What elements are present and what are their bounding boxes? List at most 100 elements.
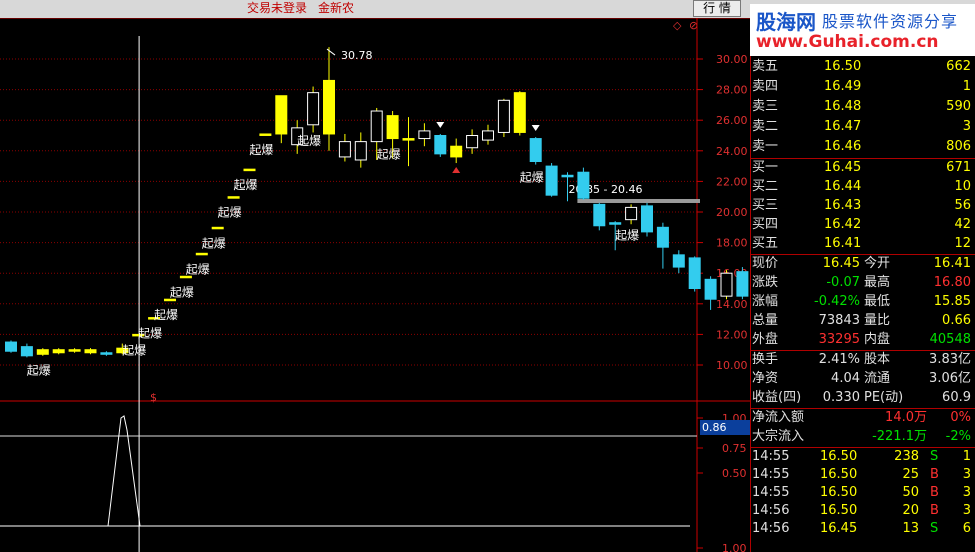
flow-value: 14.0万 (885, 410, 927, 425)
candle-body (529, 138, 542, 163)
finance-value: 4.04 (831, 371, 860, 386)
bid-volume: 42 (954, 217, 971, 232)
candle-body (450, 145, 463, 158)
kline-chart[interactable]: 30.0028.0026.0024.0022.0020.0018.0016.00… (0, 18, 750, 552)
signal-label: 起爆 (138, 327, 162, 341)
finance-label: 净资 (752, 371, 779, 386)
login-status: 交易未登录 (247, 1, 308, 15)
candle-body (275, 95, 288, 135)
candle (434, 133, 447, 157)
bid-price: 16.44 (824, 179, 862, 194)
tick-count: 3 (962, 485, 971, 500)
ask-price: 16.49 (824, 79, 862, 94)
watermark-slogan: 股票软件资源分享 (822, 12, 959, 31)
candle-body (20, 346, 33, 357)
candle (307, 86, 320, 133)
candle-body (545, 165, 558, 196)
price-tick-label: 20.00 (716, 206, 748, 219)
candle-body (656, 226, 669, 248)
indicator-tick-label: 0.75 (722, 442, 747, 455)
stat-row: 涨幅 -0.42% 最低 15.85 (750, 293, 975, 312)
bid-volume: 10 (954, 179, 971, 194)
candle (68, 348, 81, 353)
candle (323, 47, 335, 151)
watermark: 股海网 股票软件资源分享 www.Guhai.com.cn (750, 4, 975, 56)
bid-volume: 671 (946, 160, 971, 175)
candle (466, 129, 479, 154)
tick-time: 14:56 (752, 503, 790, 518)
indicator-tick-label: 0.50 (722, 467, 747, 480)
candle (227, 196, 240, 199)
bid-label: 买一 (752, 160, 779, 175)
candle-body (227, 196, 240, 199)
ask-price: 16.48 (824, 99, 862, 114)
stat-label: 涨跌 (752, 275, 779, 290)
candle-body (100, 352, 113, 355)
candle-body (513, 92, 526, 133)
candle-body (84, 349, 97, 354)
candle-body (402, 138, 415, 141)
candle-body (625, 206, 638, 221)
tick-side: S (930, 449, 939, 464)
flow-row: 净流入额 14.0万 0% (750, 409, 975, 428)
indicator-tick-label: 1.00 (722, 542, 747, 552)
ask-volume: 1 (962, 79, 971, 94)
candle-body (164, 298, 176, 302)
stat-label: 现价 (752, 256, 779, 271)
watermark-brand: 股海网 (756, 10, 816, 34)
candle (593, 202, 606, 231)
finance-row: 净资 4.04 流通 3.06亿 (750, 370, 975, 389)
signal-label: 起爆 (154, 308, 178, 322)
finance-row: 换手 2.41% 股本 3.83亿 (750, 351, 975, 370)
finance-label: 股本 (864, 352, 891, 367)
ask-label: 卖一 (752, 139, 779, 154)
stat-row: 外盘 33295 内盘 40548 (750, 331, 975, 350)
signal-label: 起爆 (218, 206, 242, 220)
ask-row: 卖二 16.47 3 (750, 118, 975, 138)
panel-left-border (750, 56, 751, 552)
price-tick-label: 22.00 (716, 175, 748, 188)
tick-time: 14:55 (752, 449, 790, 464)
finance-label: 换手 (752, 352, 779, 367)
candle-body (52, 349, 65, 354)
price-tick-label: 10.00 (716, 359, 748, 372)
indicator-spike (107, 415, 141, 527)
stat-value: 33295 (818, 332, 860, 347)
candle (656, 222, 669, 269)
candle (100, 351, 113, 356)
finance-value: 60.9 (942, 390, 971, 405)
stat-value: 40548 (929, 332, 971, 347)
candle-body (195, 252, 208, 256)
tick-side: B (930, 485, 939, 500)
tick-volume: 50 (902, 485, 919, 500)
bid-row: 买一 16.45 671 (750, 159, 975, 178)
candle (5, 340, 17, 353)
candle (243, 168, 256, 172)
finance-value: 2.41% (818, 352, 860, 367)
stat-label: 最低 (864, 294, 891, 309)
tick-side: B (930, 467, 939, 482)
tick-row: 14:55 16.50 25 B 3 (750, 466, 975, 484)
candle (450, 138, 463, 164)
candle-body (418, 130, 431, 140)
high-pointer (326, 48, 336, 56)
candle (36, 348, 49, 356)
gap-band (577, 198, 700, 203)
tick-row: 14:56 16.45 13 S 6 (750, 520, 975, 538)
sell-marker (436, 121, 445, 128)
candle-body (259, 133, 272, 136)
quote-panel: 卖五 16.50 662 卖四 16.49 1 卖三 16.48 590 卖二 16.47 3 卖一 16… (750, 56, 975, 552)
tick-row: 14:56 16.50 20 B 3 (750, 502, 975, 520)
candle-body (179, 275, 192, 279)
candle-body (609, 222, 622, 225)
candle-body (577, 171, 590, 199)
finance-value: 3.06亿 (929, 371, 971, 386)
candle-body (338, 141, 351, 158)
flow-label: 大宗流入 (752, 429, 805, 444)
signal-label: 起爆 (297, 134, 321, 148)
quote-button[interactable]: 行 情 (693, 0, 741, 17)
finance-row: 收益(四) 0.330 PE(动) 60.9 (750, 389, 975, 408)
bid-label: 买二 (752, 179, 779, 194)
stat-label: 总量 (752, 313, 779, 328)
bid-row: 买四 16.42 42 (750, 216, 975, 235)
